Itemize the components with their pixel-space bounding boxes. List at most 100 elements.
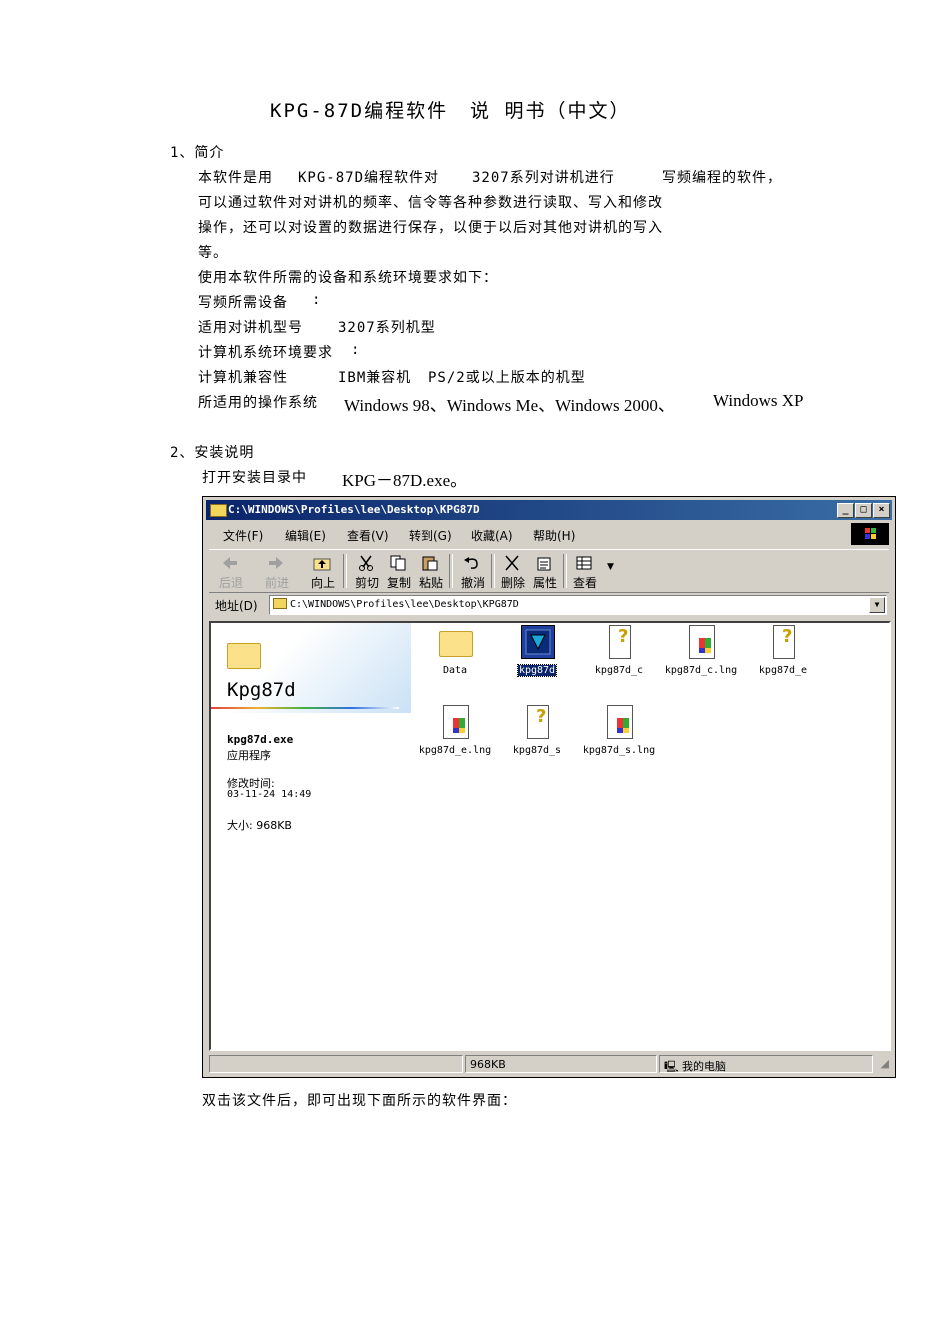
up-label: 向上 [310, 576, 335, 590]
menu-bar: 文件(F) 编辑(E) 查看(V) 转到(G) 收藏(A) 帮助(H) [209, 523, 889, 545]
resize-grip-icon[interactable]: ◢ [881, 1057, 889, 1070]
status-size: 968KB [470, 1058, 506, 1071]
s1-line6: 写频所需设备 [198, 295, 288, 311]
menu-edit[interactable]: 编辑(E) [285, 527, 326, 544]
s1-line1-a: 本软件是用 [198, 170, 273, 186]
window-title-bar[interactable]: C:\WINDOWS\Profiles\lee\Desktop\KPG87D _… [206, 500, 892, 520]
s1-line5: 使用本软件所需的设备和系统环境要求如下： [198, 270, 498, 286]
file-item-kpg87d-e[interactable]: ? kpg87d_e [743, 625, 823, 685]
selected-file-name: kpg87d.exe [227, 733, 294, 746]
up-button[interactable]: 向上 [305, 554, 339, 590]
folder-icon [273, 598, 287, 609]
computer-icon: 🖳 [664, 1060, 679, 1073]
folder-icon [439, 631, 473, 657]
folder-name: Kpg87d [227, 679, 296, 701]
doc-title-left: KPG-87D编程软件 [270, 100, 449, 122]
doc-title-right: 说 明书（中文） [470, 100, 631, 122]
s2-line1-b: KPG－87D.exe。 [342, 471, 468, 490]
properties-button[interactable]: 属性 [527, 554, 561, 590]
rainbow-divider [211, 707, 399, 709]
toolbar-separator [449, 554, 453, 588]
modified-value: 03-11-24 14:49 [227, 789, 312, 800]
file-item-kpg87d-c[interactable]: ? kpg87d_c [579, 625, 659, 685]
clipboard-icon [422, 556, 438, 571]
file-name: kpg87d_e [758, 665, 808, 676]
forward-arrow-icon [269, 557, 283, 569]
back-button[interactable]: 后退 [213, 554, 247, 590]
close-button[interactable]: × [873, 503, 890, 518]
help-file-icon: ? [773, 625, 795, 659]
file-item-kpg87d-c-lng[interactable]: kpg87d_c.lng [661, 625, 741, 685]
s1-line1-b: KPG-87D编程软件对 [298, 170, 440, 186]
s1-line9-a: 计算机兼容性 [198, 370, 288, 386]
explorer-window: C:\WINDOWS\Profiles\lee\Desktop\KPG87D _… [202, 496, 896, 1078]
menu-file[interactable]: 文件(F) [223, 527, 263, 544]
window-title: C:\WINDOWS\Profiles\lee\Desktop\KPG87D [228, 503, 480, 516]
file-item-kpg87d-s[interactable]: ? kpg87d_s [497, 705, 577, 765]
status-bar: 968KB 🖳 我的电脑 ◢ [209, 1055, 891, 1073]
s1-line8-colon: : [351, 342, 361, 358]
view-label: 查看 [572, 576, 597, 590]
s1-line10-b: Windows 98、Windows Me、Windows 2000、 [344, 396, 675, 415]
section2-heading: 2、安装说明 [170, 445, 255, 461]
folder-large-icon [227, 643, 261, 669]
s1-line9-c: PS/2或以上版本的机型 [428, 370, 586, 386]
s1-line6-colon: : [312, 292, 322, 308]
file-item-kpg87d-s-lng[interactable]: kpg87d_s.lng [579, 705, 659, 765]
file-size: 大小: 968KB [227, 819, 292, 832]
status-panel-zone: 🖳 我的电脑 [659, 1055, 873, 1073]
status-panel-size: 968KB [465, 1055, 657, 1073]
minimize-button[interactable]: _ [837, 503, 854, 518]
s2-line1-a: 打开安装目录中 [202, 470, 307, 486]
s1-line10-a: 所适用的操作系统 [198, 395, 318, 411]
delete-button[interactable]: 删除 [495, 554, 529, 590]
status-zone: 我的电脑 [682, 1060, 726, 1073]
file-name: kpg87d_c [594, 665, 644, 676]
scissors-icon [359, 555, 373, 571]
menu-go[interactable]: 转到(G) [409, 527, 452, 544]
s1-line8-a: 计算机系统环境要求 [198, 345, 333, 361]
lng-file-icon [607, 705, 633, 739]
address-value: C:\WINDOWS\Profiles\lee\Desktop\KPG87D [290, 599, 519, 610]
application-icon [521, 625, 555, 659]
copy-label: 复制 [386, 576, 411, 590]
toolbar: 后退 前进 向上 剪切 复制 粘贴 撤消 删除 属性 查看 ▼ [209, 549, 889, 593]
back-label: 后退 [218, 576, 243, 590]
address-dropdown-icon[interactable]: ▼ [869, 597, 885, 613]
view-button[interactable]: 查看 [567, 554, 601, 590]
web-view-panel: Kpg87d kpg87d.exe 应用程序 修改时间: 03-11-24 14… [211, 623, 411, 1049]
file-item-data[interactable]: Data [415, 625, 495, 685]
lng-file-icon [689, 625, 715, 659]
address-label: 地址(D) [215, 599, 258, 613]
paste-label: 粘贴 [418, 576, 443, 590]
menu-view[interactable]: 查看(V) [347, 527, 389, 544]
s1-line2: 可以通过软件对对讲机的频率、信令等各种参数进行读取、写入和修改 [198, 195, 663, 211]
s1-line4: 等。 [198, 245, 228, 261]
selected-file-type: 应用程序 [227, 749, 271, 762]
maximize-button[interactable]: □ [855, 503, 872, 518]
windows-logo-icon [851, 523, 889, 545]
undo-button[interactable]: 撤消 [455, 554, 489, 590]
s1-line9-b: IBM兼容机 [338, 370, 412, 386]
file-item-kpg87d[interactable]: kpg87d [497, 625, 577, 685]
file-name: kpg87d_s.lng [582, 745, 656, 756]
toolbar-separator [343, 554, 347, 588]
view-dropdown-icon[interactable]: ▼ [607, 562, 614, 572]
file-name: kpg87d_c.lng [664, 665, 738, 676]
folder-icon [210, 504, 227, 517]
file-name: kpg87d [516, 664, 558, 677]
file-item-kpg87d-e-lng[interactable]: kpg87d_e.lng [415, 705, 495, 765]
menu-favorites[interactable]: 收藏(A) [471, 527, 513, 544]
paste-button[interactable]: 粘贴 [413, 554, 447, 590]
address-bar: 地址(D) C:\WINDOWS\Profiles\lee\Desktop\KP… [209, 593, 889, 617]
s1-line1-c: 3207系列对讲机进行 [472, 170, 615, 186]
file-name: kpg87d_s [512, 745, 562, 756]
cut-button[interactable]: 剪切 [349, 554, 383, 590]
forward-button[interactable]: 前进 [259, 554, 293, 590]
undo-label: 撤消 [460, 576, 485, 590]
help-file-icon: ? [527, 705, 549, 739]
footer-line: 双击该文件后，即可出现下面所示的软件界面： [202, 1093, 517, 1109]
copy-button[interactable]: 复制 [381, 554, 415, 590]
menu-help[interactable]: 帮助(H) [533, 527, 575, 544]
address-input[interactable]: C:\WINDOWS\Profiles\lee\Desktop\KPG87D ▼ [269, 595, 887, 615]
